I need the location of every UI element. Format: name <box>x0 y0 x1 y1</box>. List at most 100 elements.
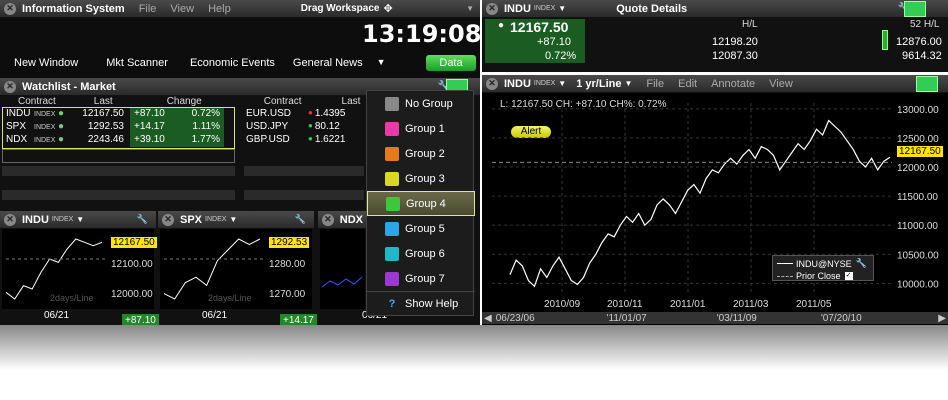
y-tick-label: 11500.00 <box>897 192 938 203</box>
group-menu-item[interactable]: Group 1 <box>367 116 475 141</box>
dot-icon: ● <box>58 108 65 119</box>
dot-icon: ● <box>308 121 313 130</box>
group-color-button[interactable] <box>904 1 926 17</box>
chart-scrollbar[interactable]: ◀ 06/23/06 '11/01/07 '03/11/09 '07/20/10… <box>482 312 948 324</box>
chevron-down-icon[interactable]: ▼ <box>624 79 632 88</box>
scroll-left-icon[interactable]: ◀ <box>484 313 492 324</box>
chart-symbol[interactable]: INDU <box>504 78 531 90</box>
group-menu-item[interactable]: Group 7 <box>367 266 475 291</box>
wrench-icon[interactable]: 🔧 <box>295 214 306 225</box>
mini-chart-svg <box>321 276 363 288</box>
group-color-icon <box>385 96 399 111</box>
group-menu-item[interactable]: No Group <box>367 91 475 116</box>
wrench-icon[interactable]: 🔧 <box>137 214 148 225</box>
mini-symbol[interactable]: SPX <box>180 214 202 226</box>
chevron-down-icon[interactable]: ▼ <box>229 215 237 224</box>
mini-chart-title: ✕ SPX INDEX ▼ 🔧 <box>158 211 314 229</box>
mini-date: 06/21 <box>202 310 228 321</box>
table-row[interactable]: INDU INDEX ● 12167.50 +87.10 0.72% <box>6 108 234 121</box>
header-last-right[interactable]: Last <box>342 96 361 107</box>
group-color-button[interactable] <box>916 76 938 92</box>
table-row[interactable]: GBP.USD ● 1.6221 <box>246 134 366 145</box>
chart-menu-edit[interactable]: Edit <box>678 78 697 90</box>
table-row[interactable]: USD.JPY ● 80.12 <box>246 121 366 132</box>
legend-series: INDU@NYSE <box>796 258 852 269</box>
dropdown-icon[interactable]: ▼ <box>466 4 474 13</box>
y-tick-label: 10000.00 <box>897 279 939 290</box>
chart-menu-annotate[interactable]: Annotate <box>711 78 755 90</box>
group-label: Show Help <box>405 298 459 310</box>
group-menu-item[interactable]: Group 2 <box>367 141 475 166</box>
row-change: +14.17 <box>134 121 165 132</box>
close-icon[interactable]: ✕ <box>162 213 174 226</box>
mini-exchange: INDEX <box>51 216 74 223</box>
group-menu-item[interactable]: Group 4 <box>367 191 475 216</box>
group-label: Group 2 <box>405 147 445 160</box>
mini-symbol[interactable]: NDX <box>340 214 363 226</box>
row-change: +87.10 <box>134 108 165 119</box>
group-label: Group 5 <box>405 222 445 235</box>
close-icon[interactable]: ✕ <box>322 213 334 226</box>
watchlist-empty-row <box>244 166 364 176</box>
chart-period[interactable]: 1 yr/Line <box>576 78 621 90</box>
chevron-down-icon[interactable]: ▼ <box>76 215 84 224</box>
move-icon[interactable]: ✥ <box>383 2 392 15</box>
group-color-icon <box>385 171 399 186</box>
close-icon[interactable]: ✕ <box>4 2 16 15</box>
header-contract[interactable]: Contract <box>18 96 56 107</box>
y-tick-label: 11000.00 <box>897 221 938 232</box>
data-button[interactable]: Data <box>426 55 476 71</box>
mini-chart-title: ✕ NDX <box>318 211 366 229</box>
scroll-label: '03/11/09 <box>716 312 757 324</box>
close-icon[interactable]: ✕ <box>4 80 16 93</box>
group-menu-item[interactable]: ? Show Help <box>367 291 475 316</box>
chart-price-tag: 12167.50 <box>897 146 943 157</box>
wk-hl-label: 52 H/L <box>910 19 940 30</box>
close-icon[interactable]: ✕ <box>486 2 498 15</box>
watchlist-empty-row <box>2 190 235 200</box>
group-menu: No Group Group 1 Group 2 Group 3 Group 4… <box>366 90 475 316</box>
group-menu-item[interactable]: Group 6 <box>367 241 475 266</box>
group-menu-item[interactable]: Group 3 <box>367 166 475 191</box>
menu-view[interactable]: View <box>170 3 194 15</box>
menu-file[interactable]: File <box>139 3 157 15</box>
help-icon: ? <box>388 298 396 310</box>
wrench-icon[interactable]: 🔧 <box>856 258 867 269</box>
mini-symbol[interactable]: INDU <box>22 214 49 226</box>
quote-symbol[interactable]: INDU <box>504 3 531 15</box>
close-icon[interactable]: ✕ <box>486 77 498 90</box>
group-label: Group 4 <box>406 197 446 210</box>
menu-help[interactable]: Help <box>208 3 231 15</box>
mini-tick: 12100.00 <box>111 259 153 270</box>
app-title-bar: ✕ Information System File View Help Drag… <box>0 0 480 18</box>
more-dropdown-icon[interactable]: ▼ <box>377 57 386 69</box>
mini-date: 06/21 <box>44 310 70 321</box>
header-change[interactable]: Change <box>167 96 202 107</box>
new-window-button[interactable]: New Window <box>14 57 78 69</box>
watchlist-empty-row[interactable] <box>2 149 235 163</box>
economic-events-button[interactable]: Economic Events <box>190 57 275 69</box>
checkbox-icon[interactable]: ✓ <box>844 272 853 280</box>
table-row[interactable]: SPX INDEX ● 1292.53 +14.17 1.11% <box>6 121 234 134</box>
drag-workspace-label[interactable]: Drag Workspace <box>301 3 380 14</box>
chart-menu-file[interactable]: File <box>646 78 664 90</box>
chevron-down-icon[interactable]: ▼ <box>558 79 566 88</box>
scroll-label: '11/01/07 <box>606 312 647 324</box>
close-icon[interactable]: ✕ <box>4 213 16 226</box>
scroll-right-icon[interactable]: ▶ <box>938 313 946 324</box>
quote-title-bar: ✕ INDU INDEX ▼ Quote Details 🔧 <box>482 0 948 18</box>
group-menu-item[interactable]: Group 5 <box>367 216 475 241</box>
watchlist-empty-row <box>2 166 235 176</box>
chart-menu-view[interactable]: View <box>769 78 793 90</box>
chevron-down-icon[interactable]: ▼ <box>558 4 566 13</box>
quote-last: 12167.50 <box>510 19 569 35</box>
fx-last: 1.4395 <box>314 108 346 119</box>
header-contract-right[interactable]: Contract <box>264 96 302 107</box>
table-row[interactable]: EUR.USD ● 1.4395 <box>246 108 366 119</box>
table-row[interactable]: NDX INDEX ● 2243.46 +39.10 1.77% <box>6 134 234 147</box>
row-last: 1292.53 <box>87 121 124 132</box>
general-news-button[interactable]: General News <box>293 57 363 69</box>
mkt-scanner-button[interactable]: Mkt Scanner <box>106 57 168 69</box>
header-last[interactable]: Last <box>94 96 113 107</box>
dot-icon: ● <box>308 134 313 143</box>
